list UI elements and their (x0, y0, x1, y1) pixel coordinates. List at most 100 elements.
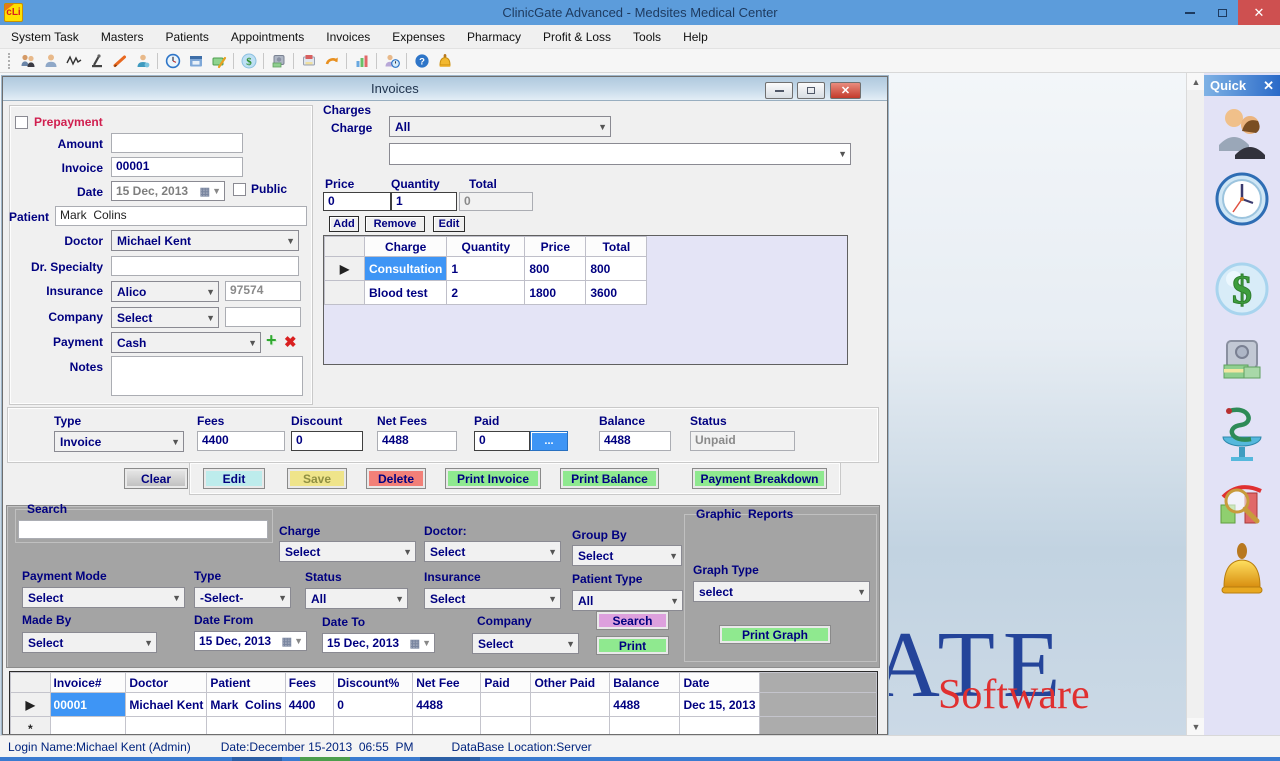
billing-dollar-icon[interactable]: $ (237, 51, 260, 71)
minimize-button[interactable] (1174, 0, 1206, 25)
insurance-number-field[interactable]: 97574 (225, 281, 301, 301)
insurance-combo[interactable]: Alico ▼ (111, 281, 219, 302)
menu-profit-loss[interactable]: Profit & Loss (532, 30, 622, 44)
new-invoice-row[interactable]: * (11, 717, 877, 736)
invoice-date-field[interactable]: 15 Dec, 2013 ▦ ▼ (111, 181, 225, 201)
patient-field[interactable]: Mark Colins (55, 206, 307, 226)
made-by-combo[interactable]: Select ▼ (22, 632, 157, 653)
cell-net-fee[interactable]: 4488 (413, 693, 481, 717)
edit-charge-button[interactable]: Edit (433, 216, 465, 232)
quick-close-icon[interactable]: ✕ (1263, 78, 1274, 94)
print-balance-button[interactable]: Print Balance (560, 468, 659, 489)
amount-field[interactable] (111, 133, 243, 153)
invoices-minimize-button[interactable] (765, 82, 793, 99)
dr-specialty-field[interactable] (111, 256, 299, 276)
safe-icon[interactable] (267, 51, 290, 71)
charge-select-combo[interactable]: ▼ (389, 143, 851, 165)
cell-total[interactable]: 3600 (586, 281, 647, 305)
search-doctor-combo[interactable]: Select ▼ (424, 541, 561, 562)
quick-reminder-bell-icon[interactable] (1217, 543, 1267, 601)
paid-field[interactable]: 0 (474, 431, 530, 451)
discount-field[interactable]: 0 (291, 431, 363, 451)
schedule-person-icon[interactable] (380, 51, 403, 71)
payment-combo[interactable]: Cash ▼ (111, 332, 261, 353)
quick-reports-icon[interactable] (1215, 479, 1269, 531)
reminder-bell-icon[interactable] (433, 51, 456, 71)
print-graph-button[interactable]: Print Graph (719, 625, 831, 644)
doctor-icon[interactable] (131, 51, 154, 71)
clear-button[interactable]: Clear (124, 468, 188, 489)
quick-patients-icon[interactable] (1215, 105, 1269, 159)
menu-help[interactable]: Help (672, 30, 719, 44)
prepayment-checkbox[interactable] (15, 116, 28, 129)
cell-price[interactable]: 800 (525, 257, 586, 281)
search-charge-combo[interactable]: Select ▼ (279, 541, 416, 562)
invoice-row[interactable]: ▶ 00001 Michael Kent Mark Colins 4400 0 … (11, 693, 877, 717)
expenses-money-icon[interactable] (207, 51, 230, 71)
cash-drawer-icon[interactable] (297, 51, 320, 71)
payment-mode-combo[interactable]: Select ▼ (22, 587, 185, 608)
doctor-combo[interactable]: Michael Kent ▼ (111, 230, 299, 251)
edit-button[interactable]: Edit (203, 468, 265, 489)
charge-row[interactable]: ▶ Consultation 1 800 800 (325, 257, 647, 281)
search-status-combo[interactable]: All ▼ (305, 588, 408, 609)
search-button[interactable]: Search (596, 611, 669, 630)
cell-paid[interactable] (481, 693, 531, 717)
restore-button[interactable] (1206, 0, 1238, 25)
cell-other-paid[interactable] (531, 693, 610, 717)
search-insurance-combo[interactable]: Select ▼ (424, 588, 561, 609)
invoice-number-field[interactable]: 00001 (111, 157, 243, 177)
add-payment-icon[interactable]: + (266, 330, 277, 351)
cell-patient[interactable]: Mark Colins (207, 693, 285, 717)
cell-total[interactable]: 800 (586, 257, 647, 281)
cell-fees[interactable]: 4400 (285, 693, 334, 717)
remove-payment-icon[interactable]: ✖ (284, 333, 297, 351)
payment-breakdown-button[interactable]: Payment Breakdown (692, 468, 827, 489)
price-field[interactable]: 0 (323, 192, 391, 211)
menu-patients[interactable]: Patients (155, 30, 220, 44)
lab-microscope-icon[interactable] (85, 51, 108, 71)
appointments-clock-icon[interactable] (161, 51, 184, 71)
date-from-field[interactable]: 15 Dec, 2013 ▦ ▼ (194, 631, 307, 651)
scroll-up-icon[interactable]: ▲ (1187, 73, 1205, 90)
reports-chart-icon[interactable] (350, 51, 373, 71)
invoice-calendar-icon[interactable] (184, 51, 207, 71)
quantity-field[interactable]: 1 (391, 192, 457, 211)
invoices-close-button[interactable]: ✕ (830, 82, 861, 99)
add-charge-button[interactable]: Add (329, 216, 359, 232)
menu-pharmacy[interactable]: Pharmacy (456, 30, 532, 44)
cell-price[interactable]: 1800 (525, 281, 586, 305)
prescription-pen-icon[interactable] (108, 51, 131, 71)
quick-cash-safe-icon[interactable] (1217, 337, 1267, 387)
undo-arrow-icon[interactable] (320, 51, 343, 71)
menu-invoices[interactable]: Invoices (315, 30, 381, 44)
search-company-combo[interactable]: Select ▼ (472, 633, 579, 654)
quick-billing-dollar-icon[interactable]: $ (1214, 261, 1270, 317)
cell-doctor[interactable]: Michael Kent (126, 693, 207, 717)
patients-group-icon[interactable] (16, 51, 39, 71)
cell-date[interactable]: Dec 15, 2013 (680, 693, 759, 717)
quick-pharmacy-icon[interactable] (1215, 405, 1269, 465)
delete-button[interactable]: Delete (366, 468, 426, 489)
patient-type-combo[interactable]: All ▼ (572, 590, 683, 611)
group-by-combo[interactable]: Select ▼ (572, 545, 682, 566)
public-checkbox[interactable] (233, 183, 246, 196)
company-number-field[interactable] (225, 307, 301, 327)
cell-invoice-no[interactable]: 00001 (50, 693, 126, 717)
remove-charge-button[interactable]: Remove (365, 216, 425, 232)
cell-balance[interactable]: 4488 (610, 693, 680, 717)
menu-system-task[interactable]: System Task (0, 30, 90, 44)
net-fees-field[interactable]: 4488 (377, 431, 457, 451)
balance-field[interactable]: 4488 (599, 431, 671, 451)
charge-row[interactable]: Blood test 2 1800 3600 (325, 281, 647, 305)
fees-field[interactable]: 4400 (197, 431, 285, 451)
menu-expenses[interactable]: Expenses (381, 30, 456, 44)
print-button[interactable]: Print (596, 636, 669, 655)
graph-type-combo[interactable]: select ▼ (693, 581, 870, 602)
charge-filter-combo[interactable]: All ▼ (389, 116, 611, 137)
scroll-down-icon[interactable]: ▼ (1187, 718, 1205, 735)
help-icon[interactable]: ? (410, 51, 433, 71)
cell-quantity[interactable]: 1 (447, 257, 525, 281)
company-combo[interactable]: Select ▼ (111, 307, 219, 328)
date-to-field[interactable]: 15 Dec, 2013 ▦ ▼ (322, 633, 435, 653)
